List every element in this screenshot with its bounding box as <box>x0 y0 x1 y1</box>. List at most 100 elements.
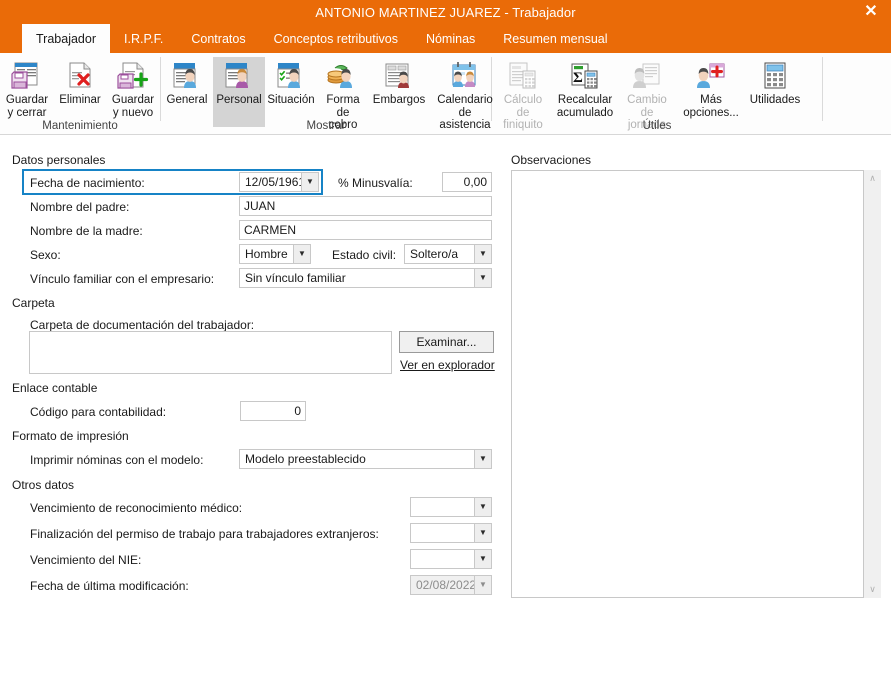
ribbon-group-caption: Mantenimiento <box>42 120 118 132</box>
close-icon[interactable]: ✕ <box>851 0 891 24</box>
label-nombre-madre: Nombre de la madre: <box>30 224 143 238</box>
tab-irpf[interactable]: I.R.P.F. <box>110 24 177 53</box>
chevron-down-icon[interactable]: ▼ <box>474 245 491 263</box>
ribbon-button-label: Más opciones... <box>683 94 739 119</box>
ribbon-button-forma-de-cobro[interactable]: Forma de cobro <box>317 57 369 131</box>
label-codigo-contabilidad: Código para contabilidad: <box>30 405 167 419</box>
situacion-person-icon <box>274 60 308 92</box>
ribbon-button-embargos[interactable]: Embargos <box>369 57 429 127</box>
ribbon-button-calendario-de-asistencia[interactable]: Calendario de asistencia <box>429 57 501 131</box>
examinar-button[interactable]: Examinar... <box>399 331 494 353</box>
general-person-icon <box>170 60 204 92</box>
scroll-up-icon[interactable]: ∧ <box>869 170 876 187</box>
ribbon-button-label: Embargos <box>372 94 426 106</box>
chevron-down-icon[interactable]: ▼ <box>301 173 318 191</box>
mas-opciones-icon <box>694 60 728 92</box>
ver-en-explorador-link[interactable]: Ver en explorador <box>400 358 495 372</box>
ribbon-button-mas-opciones[interactable]: Más opciones... <box>678 57 744 127</box>
fecha-ultima-modificacion-combo: 02/08/2022 ▼ <box>410 575 492 595</box>
personal-person-icon <box>222 60 256 92</box>
section-datos-personales: Datos personales <box>12 153 106 167</box>
cambio-jornada-icon <box>630 60 664 92</box>
ribbon-button-situacion[interactable]: Situación <box>265 57 317 127</box>
imprimir-nominas-combo[interactable]: Modelo preestablecido ▼ <box>239 449 492 469</box>
ribbon-button-general[interactable]: General <box>161 57 213 127</box>
observaciones-scrollbar[interactable]: ∧ ∨ <box>864 170 881 598</box>
minusvalia-input[interactable]: 0,00 <box>442 172 492 192</box>
form-content: Datos personales Fecha de nacimiento: 12… <box>0 135 891 635</box>
ribbon-button-label: Utilidades <box>749 94 801 106</box>
ribbon-group-mostrar: General Personal Situación Forma de cobr… <box>161 53 493 134</box>
ribbon-toolbar: Guardar y cerrar Eliminar Guardar y nuev… <box>0 53 891 135</box>
finalizacion-permiso-trabajo-combo[interactable]: ▼ <box>410 523 492 543</box>
fecha-ultima-modificacion-value: 02/08/2022 <box>416 578 474 592</box>
fecha-nacimiento-value: 12/05/1961 <box>245 175 301 189</box>
embargos-icon <box>382 60 416 92</box>
chevron-down-icon: ▼ <box>474 576 491 594</box>
estado-civil-value: Soltero/a <box>410 247 459 261</box>
label-carpeta-documentacion: Carpeta de documentación del trabajador: <box>30 318 255 332</box>
chevron-down-icon[interactable]: ▼ <box>474 269 491 287</box>
ribbon-group-caption: Útiles <box>642 120 672 132</box>
section-formato-impresion: Formato de impresión <box>12 429 129 443</box>
section-otros-datos: Otros datos <box>12 478 75 492</box>
carpeta-documentacion-input[interactable] <box>29 331 392 374</box>
ribbon-button-label: Situación <box>267 94 315 106</box>
save-close-icon <box>10 60 44 92</box>
sexo-value: Hombre <box>245 247 288 261</box>
svg-text:Σ: Σ <box>573 70 583 86</box>
tab-nominas[interactable]: Nóminas <box>412 24 489 53</box>
ribbon-button-guardar-y-cerrar[interactable]: Guardar y cerrar <box>0 57 54 127</box>
ribbon-button-label: Guardar y cerrar <box>5 94 49 119</box>
save-new-icon <box>116 60 150 92</box>
chevron-down-icon[interactable]: ▼ <box>474 524 491 542</box>
delete-icon <box>63 60 97 92</box>
label-vinculo-familiar: Vínculo familiar con el empresario: <box>30 272 215 286</box>
tab-contratos[interactable]: Contratos <box>177 24 259 53</box>
ribbon-button-personal[interactable]: Personal <box>213 57 265 127</box>
tab-strip: Trabajador I.R.P.F. Contratos Conceptos … <box>0 24 891 53</box>
sexo-combo[interactable]: Hombre ▼ <box>239 244 311 264</box>
ribbon-group-caption: Mostrar <box>306 120 346 132</box>
vencimiento-nie-combo[interactable]: ▼ <box>410 549 492 569</box>
ribbon-button-label: Personal <box>216 94 262 106</box>
tab-trabajador[interactable]: Trabajador <box>22 24 110 53</box>
ribbon-button-label: General <box>166 94 208 106</box>
page-title: ANTONIO MARTINEZ JUAREZ - Trabajador <box>315 4 576 20</box>
vinculo-familiar-combo[interactable]: Sin vínculo familiar ▼ <box>239 268 492 288</box>
section-observaciones: Observaciones <box>511 153 592 167</box>
chevron-down-icon[interactable]: ▼ <box>474 550 491 568</box>
observaciones-panel: ∧ ∨ <box>511 170 881 598</box>
tab-conceptos-retributivos[interactable]: Conceptos retributivos <box>260 24 412 53</box>
chevron-down-icon[interactable]: ▼ <box>474 450 491 468</box>
label-nombre-padre: Nombre del padre: <box>30 200 130 214</box>
chevron-down-icon[interactable]: ▼ <box>293 245 310 263</box>
ribbon-button-utilidades[interactable]: Utilidades <box>744 57 806 127</box>
label-fecha-ultima-modificacion: Fecha de última modificación: <box>30 579 189 593</box>
nombre-padre-input[interactable]: JUAN <box>239 196 492 216</box>
label-minusvalia: % Minusvalía: <box>338 176 413 190</box>
imprimir-nominas-value: Modelo preestablecido <box>245 452 366 466</box>
vencimiento-reconocimiento-medico-combo[interactable]: ▼ <box>410 497 492 517</box>
chevron-down-icon[interactable]: ▼ <box>474 498 491 516</box>
window-title-bar: ANTONIO MARTINEZ JUAREZ - Trabajador ✕ <box>0 0 891 24</box>
section-enlace-contable: Enlace contable <box>12 381 98 395</box>
codigo-contabilidad-input[interactable]: 0 <box>240 401 306 421</box>
ribbon-button-label: Recalcular acumulado <box>556 94 614 119</box>
observaciones-textarea[interactable] <box>511 170 864 598</box>
calendar-asistencia-icon <box>448 60 482 92</box>
ribbon-button-calculo-de-finiquito[interactable]: Cálculo de finiquito <box>492 57 554 131</box>
ribbon-button-eliminar[interactable]: Eliminar <box>54 57 106 127</box>
label-fecha-nacimiento: Fecha de nacimiento: <box>30 176 145 190</box>
ribbon-button-cambio-de-jornada[interactable]: Cambio de jornada <box>616 57 678 131</box>
estado-civil-combo[interactable]: Soltero/a ▼ <box>404 244 492 264</box>
label-sexo: Sexo: <box>30 248 61 262</box>
tab-resumen-mensual[interactable]: Resumen mensual <box>489 24 621 53</box>
ribbon-button-label: Eliminar <box>59 94 101 106</box>
nombre-madre-input[interactable]: CARMEN <box>239 220 492 240</box>
ribbon-button-recalcular-acumulado[interactable]: Σ Recalcular acumulado <box>554 57 616 127</box>
fecha-nacimiento-combo[interactable]: 12/05/1961 ▼ <box>239 172 319 192</box>
ribbon-button-guardar-y-nuevo[interactable]: Guardar y nuevo <box>106 57 160 127</box>
scroll-down-icon[interactable]: ∨ <box>869 581 876 598</box>
section-carpeta: Carpeta <box>12 296 55 310</box>
